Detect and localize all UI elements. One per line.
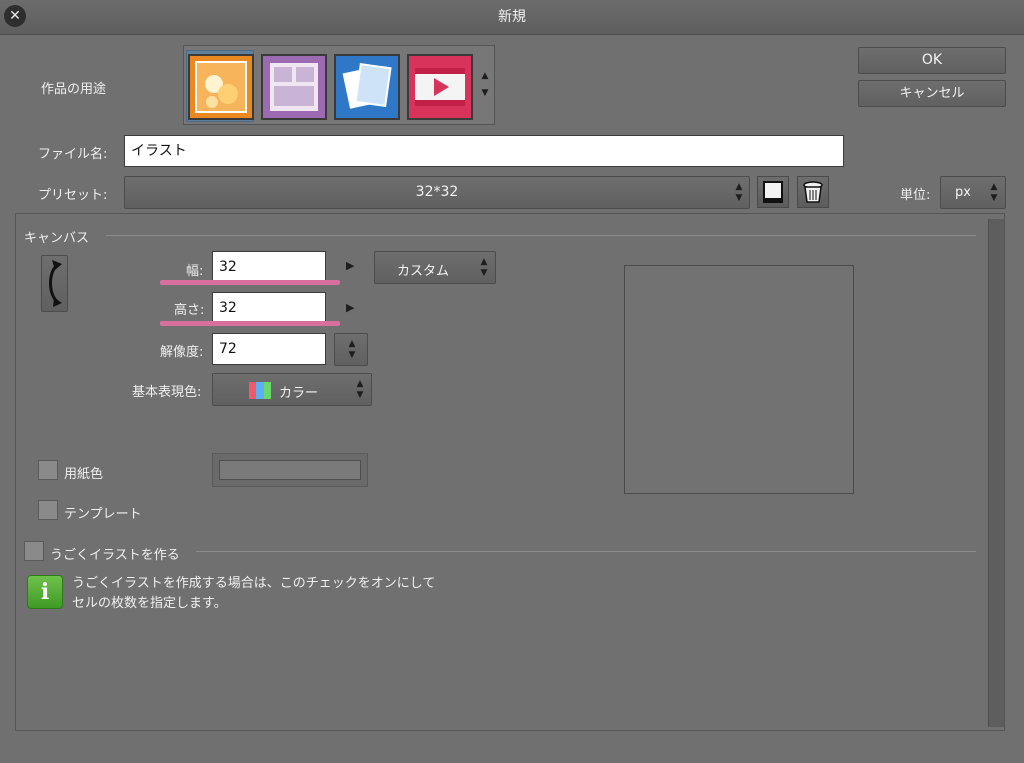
animation-icon[interactable] — [407, 54, 473, 120]
arrow-down-icon[interactable]: ▼ — [736, 193, 743, 204]
width-highlight — [160, 280, 340, 285]
info-icon: i — [27, 575, 63, 609]
arrow-down-icon[interactable]: ▼ — [357, 390, 364, 401]
height-highlight — [160, 321, 340, 326]
unit-value: px — [955, 185, 971, 200]
unit-label: 単位: — [900, 188, 931, 203]
save-preset-button[interactable] — [757, 176, 789, 208]
color-mode-value: カラー — [279, 386, 319, 401]
canvas-divider — [106, 235, 976, 236]
width-menu-arrow-icon[interactable]: ▶ — [346, 259, 354, 272]
arrow-up-icon[interactable]: ▲ — [736, 182, 743, 193]
arrow-down-icon[interactable]: ▼ — [991, 193, 998, 204]
width-input[interactable]: 32 — [212, 251, 326, 283]
arrow-down-icon[interactable]: ▼ — [349, 350, 356, 361]
arrow-down-icon[interactable]: ▼ — [481, 268, 488, 279]
arrow-up-icon[interactable]: ▲ — [482, 71, 489, 82]
color-mode-label: 基本表現色: — [132, 385, 202, 400]
unit-stepper[interactable]: ▲ ▼ — [987, 180, 1001, 206]
paper-color-swatch-frame — [212, 453, 368, 487]
arrow-up-icon[interactable]: ▲ — [991, 182, 998, 193]
preset-select[interactable]: 32*32 — [124, 176, 750, 209]
preset-value: 32*32 — [415, 184, 459, 200]
color-swatch-icon — [249, 382, 271, 399]
arrow-up-icon[interactable]: ▲ — [349, 339, 356, 350]
info-text-line1: うごくイラストを作成する場合は、このチェックをオンにして — [72, 576, 436, 591]
usage-label: 作品の用途 — [41, 82, 107, 97]
template-label: テンプレート — [64, 507, 142, 522]
window-title: 新規 — [498, 9, 526, 25]
resolution-label: 解像度: — [160, 345, 204, 360]
arrow-up-icon[interactable]: ▲ — [357, 379, 364, 390]
animation-divider — [196, 551, 976, 552]
resolution-input[interactable]: 72 — [212, 333, 326, 365]
arrow-down-icon[interactable]: ▼ — [482, 88, 489, 99]
paper-color-label: 用紙色 — [64, 467, 104, 482]
preset-label: プリセット: — [38, 188, 108, 203]
usage-scroll-stepper[interactable]: ▲ ▼ — [478, 62, 492, 108]
paper-color-checkbox[interactable] — [38, 460, 58, 480]
all-comic-settings-icon[interactable] — [334, 54, 400, 120]
color-mode-select[interactable]: カラー ▲ ▼ — [212, 373, 372, 406]
delete-preset-button[interactable] — [797, 176, 829, 208]
height-label: 高さ: — [174, 303, 205, 318]
animation-checkbox[interactable] — [24, 541, 44, 561]
height-input[interactable]: 32 — [212, 292, 326, 324]
preset-stepper[interactable]: ▲ ▼ — [732, 180, 746, 206]
arrow-up-icon[interactable]: ▲ — [481, 257, 488, 268]
size-preset-value: カスタム — [397, 264, 450, 279]
ok-button[interactable]: OK — [858, 47, 1006, 74]
resolution-stepper[interactable]: ▲ ▼ — [334, 333, 368, 366]
canvas-section-label: キャンバス — [24, 231, 90, 246]
unit-select[interactable]: px ▲ ▼ — [940, 176, 1006, 209]
rotate-icon — [49, 260, 62, 307]
panel-scrollbar[interactable] — [988, 219, 1004, 727]
size-preset-stepper[interactable]: ▲ ▼ — [477, 255, 491, 281]
width-label: 幅: — [186, 264, 204, 279]
info-text-line2: セルの枚数を指定します。 — [72, 596, 227, 611]
canvas-panel — [15, 213, 1005, 731]
canvas-preview — [624, 265, 854, 494]
save-preset-icon — [763, 181, 783, 203]
paper-color-swatch[interactable] — [219, 460, 361, 480]
swap-size-button[interactable] — [41, 255, 68, 312]
template-checkbox[interactable] — [38, 500, 58, 520]
size-preset-select[interactable]: カスタム ▲ ▼ — [374, 251, 496, 284]
trash-icon — [803, 181, 823, 203]
color-mode-stepper[interactable]: ▲ ▼ — [353, 377, 367, 403]
animation-label: うごくイラストを作る — [50, 548, 180, 563]
comic-icon[interactable] — [261, 54, 327, 120]
file-name-label: ファイル名: — [38, 147, 108, 162]
height-menu-arrow-icon[interactable]: ▶ — [346, 301, 354, 314]
cancel-button[interactable]: キャンセル — [858, 80, 1006, 107]
file-name-input[interactable]: イラスト — [124, 135, 844, 167]
illustration-icon[interactable] — [188, 54, 254, 120]
